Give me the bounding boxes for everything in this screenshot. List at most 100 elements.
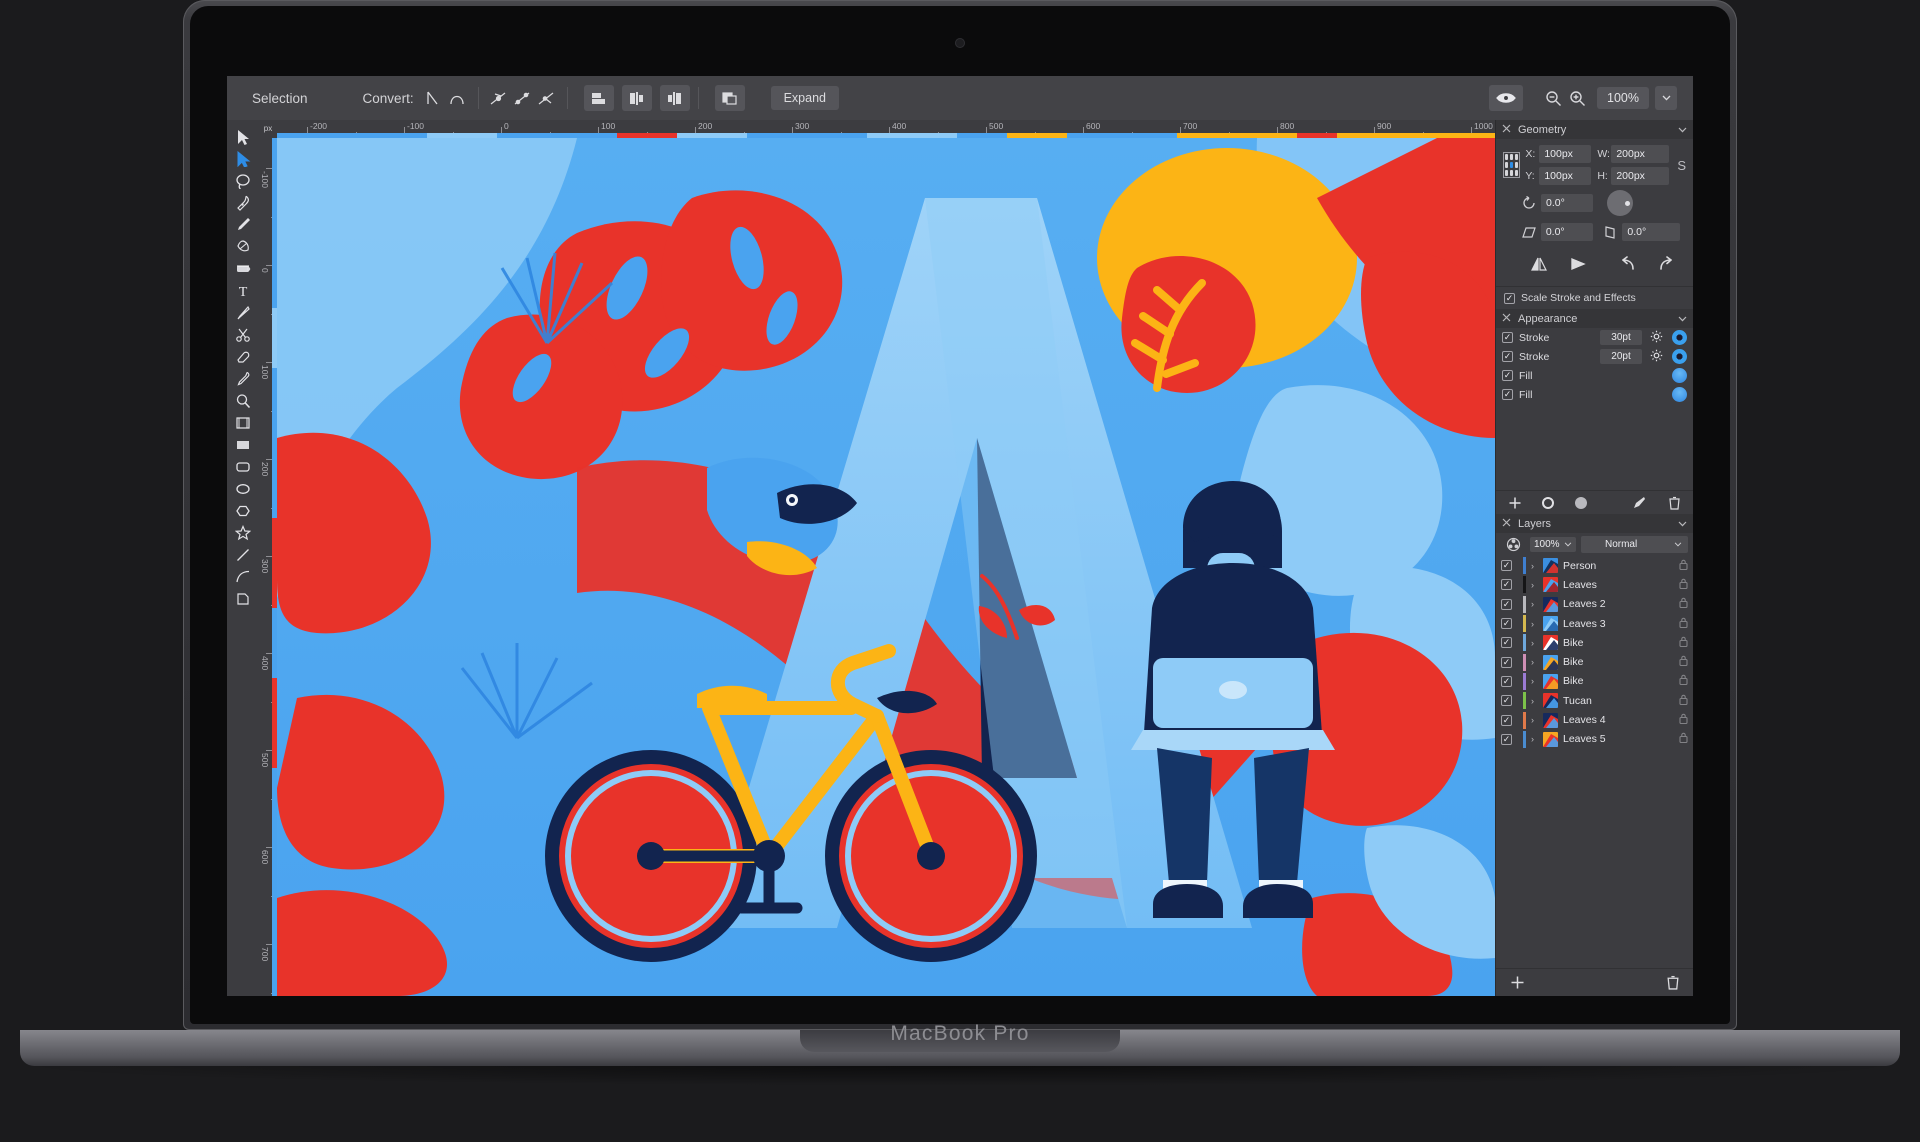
h-field[interactable]: 200px [1611, 167, 1670, 185]
appearance-row[interactable]: ✓ Stroke 30pt [1496, 328, 1693, 347]
lock-icon[interactable] [1679, 578, 1688, 592]
fill-tool[interactable] [227, 260, 259, 282]
layer-visibility-checkbox[interactable]: ✓ [1501, 579, 1512, 590]
zoom-tool[interactable] [227, 392, 259, 414]
layer-visibility-checkbox[interactable]: ✓ [1501, 618, 1512, 629]
boolean-geometry-button[interactable] [714, 85, 745, 111]
gear-icon[interactable] [1650, 330, 1664, 346]
w-field[interactable]: 200px [1611, 145, 1670, 163]
chevron-right-icon[interactable]: › [1531, 715, 1538, 725]
lock-icon[interactable] [1679, 655, 1688, 669]
lock-icon[interactable] [1679, 674, 1688, 688]
layer-visibility-checkbox[interactable]: ✓ [1501, 599, 1512, 610]
zoom-in-icon[interactable] [1565, 87, 1589, 109]
layer-visibility-checkbox[interactable]: ✓ [1501, 734, 1512, 745]
eye-preview-icon[interactable] [1489, 85, 1523, 111]
chevron-right-icon[interactable]: › [1531, 676, 1538, 686]
add-layer-icon[interactable] [1505, 972, 1529, 994]
smooth-curve-button[interactable] [659, 85, 690, 111]
appearance-visibility-checkbox[interactable]: ✓ [1502, 389, 1513, 400]
lock-icon[interactable] [1679, 597, 1688, 611]
flip-vertical-icon[interactable] [1567, 253, 1591, 275]
lock-icon[interactable] [1679, 713, 1688, 727]
geometry-panel-header[interactable]: Geometry [1496, 120, 1693, 139]
chevron-down-icon[interactable] [1655, 86, 1677, 110]
lock-icon[interactable] [1679, 732, 1688, 746]
lock-icon[interactable] [1679, 617, 1688, 631]
add-icon[interactable] [1503, 492, 1527, 514]
layer-visibility-checkbox[interactable]: ✓ [1501, 676, 1512, 687]
lock-icon[interactable] [1679, 636, 1688, 650]
node-edit-tool[interactable] [227, 238, 259, 260]
eraser-tool[interactable] [227, 348, 259, 370]
chevron-down-icon[interactable] [1678, 124, 1687, 136]
chevron-right-icon[interactable]: › [1531, 734, 1538, 744]
convert-to-line-icon[interactable] [422, 87, 446, 109]
blend-mode-select[interactable]: Normal [1580, 535, 1688, 553]
chevron-right-icon[interactable]: › [1531, 657, 1538, 667]
anchor-point-selector[interactable] [1503, 152, 1520, 178]
flip-horizontal-icon[interactable] [1527, 253, 1551, 275]
trash-icon[interactable] [1662, 492, 1686, 514]
close-curve-button[interactable] [621, 85, 652, 111]
opacity-wheel-icon[interactable] [1501, 533, 1525, 555]
chevron-down-icon[interactable] [1678, 313, 1687, 325]
appearance-row-value[interactable]: 30pt [1600, 330, 1642, 345]
star-tool[interactable] [227, 524, 259, 546]
layer-row[interactable]: ✓ › Bike [1496, 652, 1693, 671]
layer-visibility-checkbox[interactable]: ✓ [1501, 715, 1512, 726]
gear-icon[interactable] [1650, 349, 1664, 365]
expand-button[interactable]: Expand [770, 86, 839, 110]
corner-tool[interactable] [227, 590, 259, 612]
layer-visibility-checkbox[interactable]: ✓ [1501, 657, 1512, 668]
transform-tool[interactable] [227, 414, 259, 436]
shear-y-field[interactable]: 0.0° [1622, 223, 1681, 241]
sharp-node-icon[interactable] [487, 87, 511, 109]
break-curve-button[interactable] [583, 85, 614, 111]
chevron-down-icon[interactable] [1678, 518, 1687, 530]
lock-icon[interactable] [1679, 559, 1688, 573]
rotate-left-icon[interactable] [1615, 253, 1639, 275]
appearance-color-swatch[interactable] [1672, 368, 1687, 383]
appearance-visibility-checkbox[interactable]: ✓ [1502, 332, 1513, 343]
rotation-field[interactable]: 0.0° [1541, 194, 1593, 212]
layer-row[interactable]: ✓ › Leaves 2 [1496, 595, 1693, 614]
layer-opacity-field[interactable]: 100% [1530, 536, 1576, 552]
curve-tool[interactable] [227, 568, 259, 590]
shear-x-field[interactable]: 0.0° [1540, 223, 1593, 241]
scale-stroke-checkbox[interactable]: ✓ [1504, 293, 1515, 304]
layer-row[interactable]: ✓ › Bike [1496, 633, 1693, 652]
layer-visibility-checkbox[interactable]: ✓ [1501, 695, 1512, 706]
y-field[interactable]: 100px [1539, 167, 1592, 185]
layer-row[interactable]: ✓ › Leaves [1496, 575, 1693, 594]
layer-row[interactable]: ✓ › Leaves 5 [1496, 730, 1693, 749]
x-field[interactable]: 100px [1539, 145, 1592, 163]
chevron-right-icon[interactable]: › [1531, 619, 1538, 629]
layer-row[interactable]: ✓ › Leaves 4 [1496, 710, 1693, 729]
text-tool[interactable]: T [227, 282, 259, 304]
knife-tool[interactable] [227, 304, 259, 326]
layer-visibility-checkbox[interactable]: ✓ [1501, 637, 1512, 648]
stroke-circle-icon[interactable] [1536, 492, 1560, 514]
appearance-color-swatch[interactable] [1672, 349, 1687, 364]
zoom-out-icon[interactable] [1541, 87, 1565, 109]
appearance-row[interactable]: ✓ Fill [1496, 366, 1693, 385]
appearance-row[interactable]: ✓ Stroke 20pt [1496, 347, 1693, 366]
layer-row[interactable]: ✓ › Person [1496, 556, 1693, 575]
rectangle-tool[interactable] [227, 436, 259, 458]
layer-row[interactable]: ✓ › Tucan [1496, 691, 1693, 710]
layer-row[interactable]: ✓ › Leaves 3 [1496, 614, 1693, 633]
chevron-right-icon[interactable]: › [1531, 696, 1538, 706]
polygon-tool[interactable] [227, 502, 259, 524]
layers-panel-header[interactable]: Layers [1496, 514, 1693, 533]
close-icon[interactable] [1502, 313, 1511, 325]
artboard-canvas[interactable] [277, 138, 1495, 996]
scissors-tool[interactable] [227, 326, 259, 348]
pen-tool[interactable] [227, 194, 259, 216]
rotate-right-icon[interactable] [1655, 253, 1679, 275]
delete-layer-icon[interactable] [1661, 972, 1685, 994]
appearance-color-swatch[interactable] [1672, 330, 1687, 345]
smart-node-icon[interactable] [535, 87, 559, 109]
close-icon[interactable] [1502, 124, 1511, 136]
chevron-right-icon[interactable]: › [1531, 638, 1538, 648]
